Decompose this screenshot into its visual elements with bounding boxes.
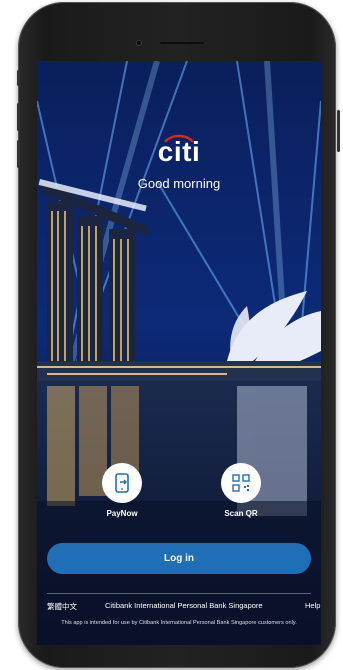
earpiece-speaker xyxy=(160,42,204,44)
scan-qr-label: Scan QR xyxy=(224,509,258,518)
citi-logo: citi xyxy=(157,136,201,167)
phone-volume-down-button xyxy=(17,140,20,168)
app-screen: citi Good morning PayNow Scan QR Log in xyxy=(37,61,321,645)
phone-volume-up-button xyxy=(17,103,20,131)
help-link[interactable]: Help xyxy=(305,601,320,610)
front-camera xyxy=(137,41,141,45)
paynow-icon xyxy=(102,463,142,503)
footer-divider xyxy=(47,593,311,594)
paynow-button[interactable]: PayNow xyxy=(82,463,162,518)
language-switch-link[interactable]: 繁體中文 xyxy=(47,601,77,612)
paynow-label: PayNow xyxy=(106,509,138,518)
disclaimer-text: This app is intended for use by Citibank… xyxy=(61,620,297,626)
scan-qr-button[interactable]: Scan QR xyxy=(201,463,281,518)
bank-name-text: Citibank International Personal Bank Sin… xyxy=(105,601,263,610)
phone-power-button xyxy=(337,110,340,152)
greeting-text: Good morning xyxy=(137,176,221,191)
login-button[interactable]: Log in xyxy=(47,543,311,574)
qr-code-icon xyxy=(221,463,261,503)
phone-side-button xyxy=(17,70,20,86)
